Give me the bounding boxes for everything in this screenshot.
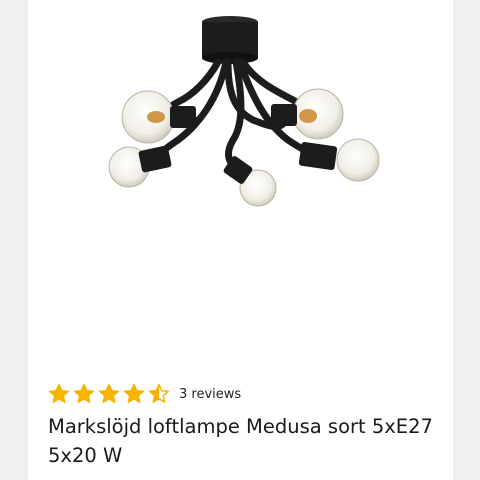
bulb-lower-middle [223,156,277,207]
reviews-count-link[interactable]: 3 reviews [179,387,241,402]
star-full-icon [74,383,94,403]
product-card[interactable]: 3 reviews Markslöjd loftlampe Medusa sor… [28,0,453,480]
ceiling-canopy [202,16,258,64]
star-full-icon [49,383,69,403]
star-half-icon [149,383,169,403]
product-title: Markslöjd loftlampe Medusa sort 5xE27 5x… [48,415,433,467]
product-image[interactable] [28,0,453,360]
star-full-icon [99,383,119,403]
bulb-right [298,138,380,182]
product-rating[interactable]: 3 reviews [48,380,241,408]
rating-stars [48,383,173,405]
star-full-icon [124,383,144,403]
bulb-middle-left [108,145,172,188]
